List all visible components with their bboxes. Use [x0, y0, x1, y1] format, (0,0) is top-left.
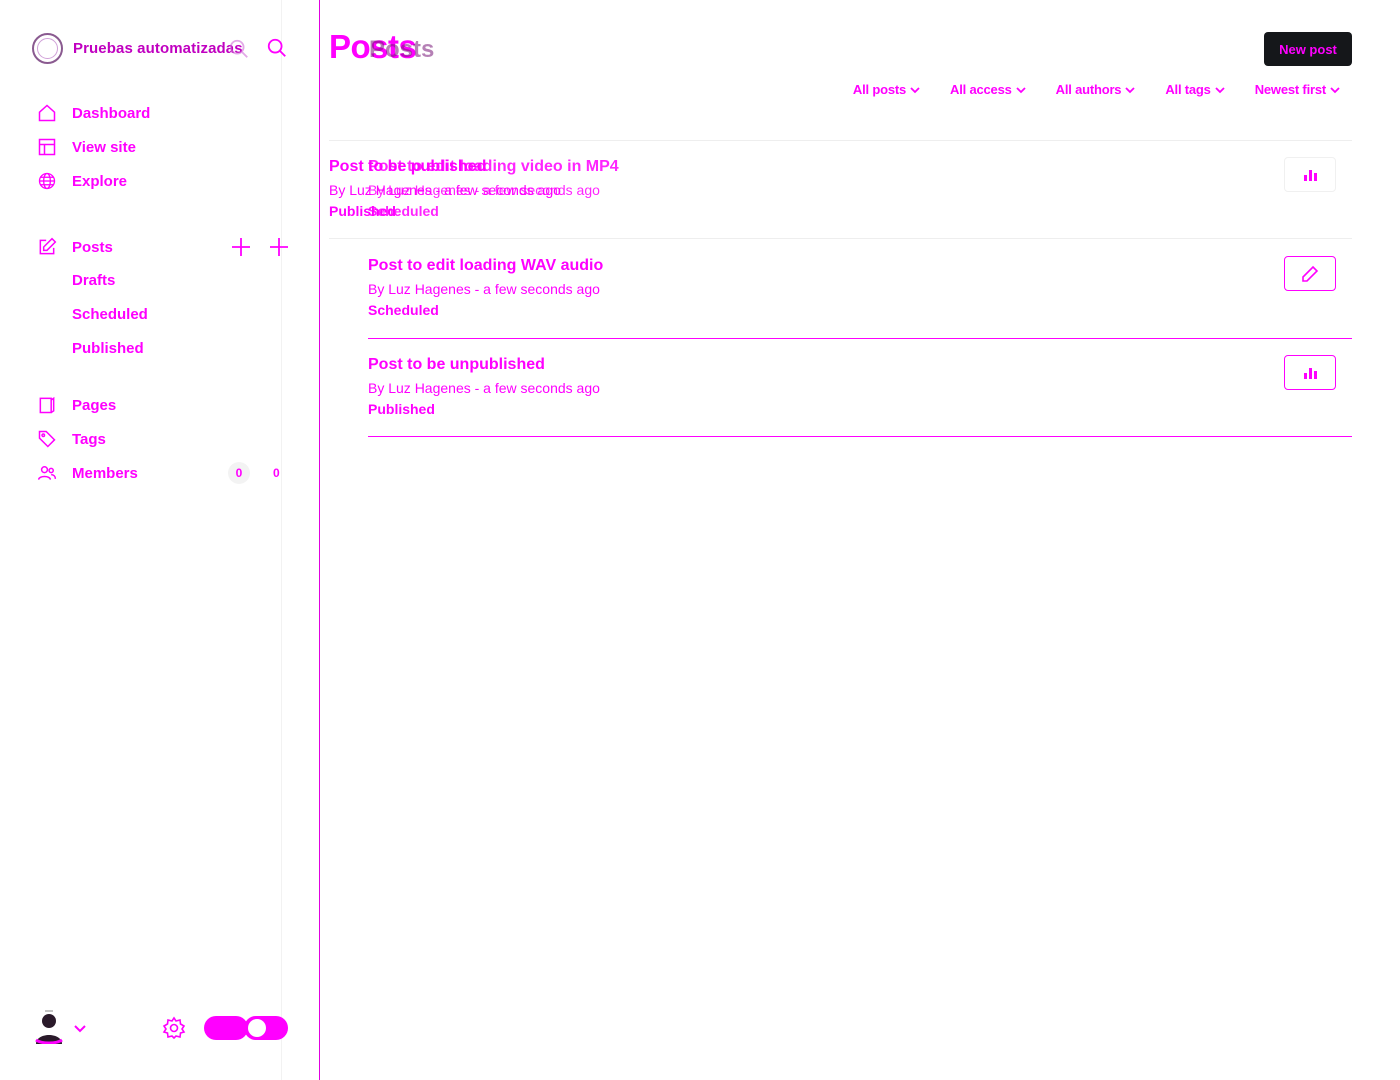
- post-status: Scheduled: [368, 302, 439, 318]
- stats-icon: [1304, 169, 1317, 181]
- post-title[interactable]: Post to be unpublished: [368, 356, 545, 374]
- plus-icon[interactable]: [269, 237, 289, 257]
- nav-view-site-label: View site: [72, 138, 136, 156]
- nav-view-site[interactable]: View site: [36, 136, 136, 158]
- nav-pages[interactable]: Pages: [36, 394, 116, 416]
- nav-scheduled[interactable]: Scheduled: [72, 306, 148, 323]
- members-icon: [36, 462, 58, 484]
- nav-tags[interactable]: Tags: [36, 428, 106, 450]
- filter-access[interactable]: All access: [950, 82, 1026, 97]
- post-meta: By Luz Hagenes - a few seconds ago: [368, 281, 600, 297]
- post-meta: By Luz Hagenes - a few seconds ago: [368, 380, 600, 396]
- nav-members-label: Members: [72, 464, 138, 482]
- members-count: 0: [273, 466, 280, 480]
- plus-icon[interactable]: [231, 237, 251, 257]
- nav-pages-label: Pages: [72, 396, 117, 414]
- post-row[interactable]: Post to be unpublished By Luz Hagenes - …: [368, 338, 1352, 437]
- sidebar: Pruebas automatizadas Dashboard View sit…: [0, 0, 320, 1080]
- filter-access-label: All access: [950, 82, 1012, 97]
- post-filters: All posts All access All authors All tag…: [853, 82, 1340, 97]
- chevron-down-icon[interactable]: [72, 1020, 88, 1036]
- dark-mode-toggle[interactable]: [244, 1016, 288, 1040]
- post-stats-button[interactable]: [1284, 355, 1336, 390]
- post-meta: By Luz Hagenes - a few seconds ago: [368, 182, 600, 198]
- filter-tags[interactable]: All tags: [1165, 82, 1225, 97]
- toggle-icon: [204, 1016, 248, 1040]
- members-count: 0: [228, 462, 250, 484]
- home-icon: [36, 102, 58, 124]
- filter-order-label: Newest first: [1254, 82, 1326, 97]
- nav-dashboard-label: Dashboard: [72, 104, 151, 122]
- post-title[interactable]: Post to edit loading WAV audio: [368, 257, 603, 275]
- search-icon: [229, 39, 248, 58]
- layout-icon: [36, 136, 58, 158]
- filter-authors[interactable]: All authors: [1056, 82, 1136, 97]
- nav-drafts[interactable]: Drafts: [72, 272, 115, 289]
- nav-tags-label: Tags: [72, 430, 106, 448]
- nav-posts[interactable]: Posts: [36, 236, 113, 258]
- page-title: Posts: [369, 36, 435, 63]
- sidebar-footer: [32, 1008, 302, 1048]
- post-status: Scheduled: [368, 203, 439, 219]
- nav-posts-label: Posts: [72, 238, 113, 256]
- toggle-knob: [248, 1019, 266, 1037]
- chevron-down-icon: [1125, 86, 1135, 93]
- edit-icon: [36, 236, 58, 258]
- chevron-down-icon: [1016, 86, 1026, 93]
- filter-type[interactable]: All posts: [853, 82, 920, 97]
- nav-explore[interactable]: Explore: [36, 170, 127, 192]
- chevron-down-icon: [1330, 86, 1340, 93]
- post-edit-button[interactable]: [1284, 256, 1336, 291]
- globe-icon: [36, 170, 58, 192]
- chevron-down-icon: [910, 86, 920, 93]
- post-title[interactable]: Post to edit loading video in MP4: [368, 158, 619, 176]
- gear-icon[interactable]: [162, 1016, 186, 1040]
- site-logo-icon: [32, 32, 63, 64]
- search-icon[interactable]: [266, 37, 288, 59]
- avatar-icon[interactable]: [34, 1010, 64, 1044]
- filter-order[interactable]: Newest first: [1255, 82, 1340, 97]
- nav-members[interactable]: Members: [36, 462, 138, 484]
- chevron-down-icon: [1215, 86, 1225, 93]
- site-name: Pruebas automatizadas: [73, 39, 243, 57]
- post-stats-button[interactable]: [1284, 157, 1336, 192]
- nav-dashboard[interactable]: Dashboard: [36, 102, 150, 124]
- filter-tags-label: All tags: [1165, 82, 1211, 97]
- new-post-button[interactable]: New post: [1264, 32, 1352, 66]
- nav-published[interactable]: Published: [72, 340, 144, 357]
- page-icon: [36, 394, 58, 416]
- tag-icon: [36, 428, 58, 450]
- main-content: Posts Posts New post All posts All acces…: [321, 0, 1400, 1080]
- pencil-icon: [1302, 265, 1319, 282]
- sidebar-divider: [281, 0, 282, 1080]
- filter-type-label: All posts: [852, 82, 907, 97]
- nav-explore-label: Explore: [72, 172, 128, 190]
- post-status: Published: [368, 401, 435, 417]
- site-brand[interactable]: Pruebas automatizadas: [32, 32, 243, 64]
- stats-icon: [1304, 367, 1317, 379]
- post-row[interactable]: Post to edit loading WAV audio By Luz Ha…: [368, 239, 1352, 338]
- filter-authors-label: All authors: [1055, 82, 1122, 97]
